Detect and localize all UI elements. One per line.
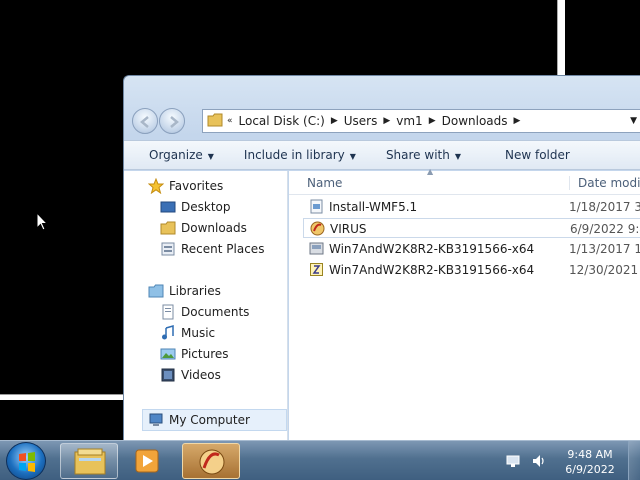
column-header-row: ▲ Name Date modified <box>289 167 640 195</box>
nav-item-label: Downloads <box>181 221 247 235</box>
folder-icon <box>74 448 106 475</box>
system-tray <box>505 453 547 469</box>
file-date: 1/13/2017 10:0 <box>569 242 640 256</box>
mouse-cursor-icon <box>36 211 49 235</box>
taskbar: 9:48 AM 6/9/2022 <box>0 440 640 480</box>
clock-time: 9:48 AM <box>567 448 613 461</box>
clock-date: 6/9/2022 <box>565 463 615 476</box>
videos-icon <box>160 367 176 383</box>
computer-icon <box>148 412 164 428</box>
breadcrumb-separator-icon[interactable]: ▶ <box>514 116 521 126</box>
address-dropdown-icon[interactable]: ▼ <box>630 116 637 126</box>
zip-icon <box>309 262 324 277</box>
nav-item-label: Documents <box>181 305 250 319</box>
documents-icon <box>160 304 176 320</box>
file-date: 6/9/2022 9:47 <box>570 222 640 236</box>
chevron-down-icon: ▼ <box>349 152 356 161</box>
breadcrumb-separator-icon[interactable]: ▶ <box>383 116 390 126</box>
nav-my-computer-label: My Computer <box>169 413 250 427</box>
forward-button[interactable] <box>159 108 185 134</box>
nav-item-videos[interactable]: Videos <box>160 365 221 385</box>
downloads-folder-icon <box>160 220 176 236</box>
chevron-down-icon: ▼ <box>454 152 461 161</box>
include-in-library-button[interactable]: Include in library ▼ <box>219 148 356 162</box>
navigation-row: « Local Disk (C:) ▶ Users ▶ vm1 ▶ Downlo… <box>124 104 640 138</box>
installer-icon <box>309 241 324 256</box>
nav-item-music[interactable]: Music <box>160 323 215 343</box>
sort-indicator-icon: ▲ <box>427 167 434 176</box>
start-button[interactable] <box>6 442 46 480</box>
virus-app-icon <box>199 449 225 475</box>
navigation-pane: Favorites Desktop Downloads Recent Place… <box>124 171 288 441</box>
music-icon <box>160 325 176 341</box>
file-row[interactable]: Win7AndW2K8R2-KB3191566-x64 12/30/2021 5… <box>303 260 640 280</box>
share-with-label: Share with <box>385 148 450 162</box>
desktop-window-edge <box>557 0 565 75</box>
desktop-icon <box>160 199 176 215</box>
show-desktop-button[interactable] <box>628 441 640 480</box>
nav-item-documents[interactable]: Documents <box>160 302 249 322</box>
script-icon <box>309 199 324 214</box>
desktop-window-edge-bottom <box>0 394 123 400</box>
file-list: ▲ Name Date modified Install-WMF5.1 1/18… <box>289 167 640 441</box>
breadcrumb-separator-icon[interactable]: ▶ <box>429 116 436 126</box>
nav-libraries[interactable]: Libraries <box>148 281 221 301</box>
breadcrumb-local-disk[interactable]: Local Disk (C:) <box>233 114 331 128</box>
nav-favorites[interactable]: Favorites <box>147 176 224 196</box>
breadcrumb-downloads[interactable]: Downloads <box>436 114 514 128</box>
include-in-library-label: Include in library <box>243 148 345 162</box>
folder-icon <box>207 113 223 130</box>
star-icon <box>147 177 165 195</box>
nav-favorites-label: Favorites <box>169 179 224 193</box>
nav-item-label: Pictures <box>181 347 229 361</box>
nav-item-pictures[interactable]: Pictures <box>160 344 229 364</box>
nav-item-label: Music <box>181 326 216 340</box>
windows-logo-icon <box>19 452 35 472</box>
network-icon[interactable] <box>505 453 521 469</box>
breadcrumb-vm1[interactable]: vm1 <box>390 114 428 128</box>
file-row[interactable]: VIRUS 6/9/2022 9:47 <box>303 218 640 238</box>
organize-label: Organize <box>149 148 203 162</box>
nav-libraries-label: Libraries <box>169 284 221 298</box>
file-name: Win7AndW2K8R2-KB3191566-x64 <box>329 242 535 256</box>
file-name: Install-WMF5.1 <box>329 200 418 214</box>
file-row[interactable]: Install-WMF5.1 1/18/2017 3:25 <box>303 197 640 217</box>
command-bar: Organize ▼ Include in library ▼ Share with… <box>124 140 640 170</box>
explorer-window: « Local Disk (C:) ▶ Users ▶ vm1 ▶ Downlo… <box>123 75 640 441</box>
taskbar-explorer-button[interactable] <box>60 443 118 479</box>
nav-item-label: Recent Places <box>181 242 265 256</box>
nav-item-downloads[interactable]: Downloads <box>160 218 247 238</box>
file-date: 1/18/2017 3:25 <box>569 200 640 214</box>
libraries-icon <box>148 283 164 299</box>
forward-arrow-icon <box>170 116 179 128</box>
nav-item-label: Desktop <box>181 200 231 214</box>
nav-my-computer[interactable]: My Computer <box>148 410 250 430</box>
back-button[interactable] <box>132 108 158 134</box>
nav-item-recent-places[interactable]: Recent Places <box>160 239 264 259</box>
taskbar-clock[interactable]: 9:48 AM 6/9/2022 <box>560 447 620 477</box>
nav-item-desktop[interactable]: Desktop <box>160 197 231 217</box>
file-date: 12/30/2021 5:4 <box>569 263 640 277</box>
volume-icon[interactable] <box>531 453 547 469</box>
new-folder-button[interactable]: New folder <box>480 148 570 162</box>
file-row[interactable]: Win7AndW2K8R2-KB3191566-x64 1/13/2017 10… <box>303 239 640 259</box>
back-arrow-icon <box>140 116 149 128</box>
file-name: VIRUS <box>330 222 367 236</box>
recent-places-icon <box>160 241 176 257</box>
breadcrumb-separator-icon[interactable]: ▶ <box>331 116 338 126</box>
nav-item-label: Videos <box>181 368 221 382</box>
media-player-icon <box>135 449 159 473</box>
virus-app-icon <box>310 221 325 236</box>
address-bar[interactable]: « Local Disk (C:) ▶ Users ▶ vm1 ▶ Downlo… <box>202 109 640 133</box>
file-name: Win7AndW2K8R2-KB3191566-x64 <box>329 263 535 277</box>
column-header-name[interactable]: Name <box>307 176 342 190</box>
chevron-down-icon: ▼ <box>207 152 214 161</box>
share-with-button[interactable]: Share with ▼ <box>361 148 461 162</box>
taskbar-virus-button[interactable] <box>182 443 240 479</box>
breadcrumb-users[interactable]: Users <box>338 114 384 128</box>
taskbar-media-player-button[interactable] <box>120 443 178 479</box>
pictures-icon <box>160 346 176 362</box>
column-header-date-modified[interactable]: Date modified <box>569 176 640 190</box>
organize-button[interactable]: Organize ▼ <box>124 148 214 162</box>
